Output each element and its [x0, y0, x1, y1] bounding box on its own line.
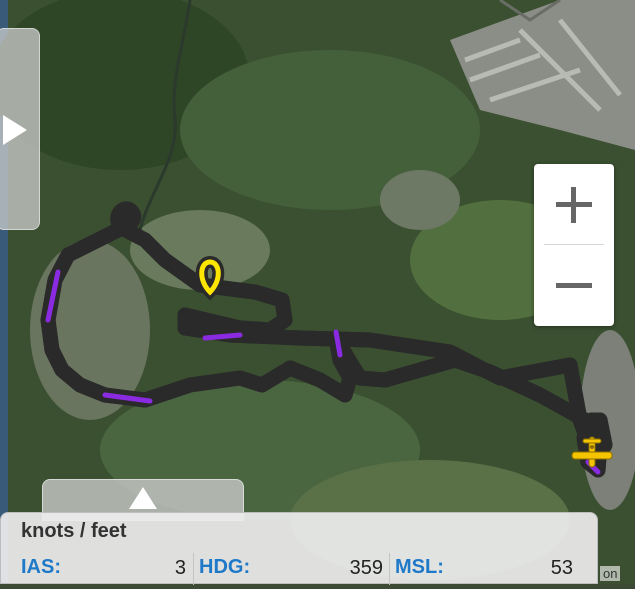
plus-icon: [556, 187, 592, 223]
map-attribution[interactable]: on: [600, 566, 621, 581]
side-panel-toggle[interactable]: [0, 28, 40, 230]
zoom-in-button[interactable]: [534, 164, 614, 244]
ias-field: IAS: 3: [15, 553, 192, 585]
ias-value: 3: [174, 557, 186, 579]
msl-field: MSL: 53: [389, 553, 579, 585]
flight-info-panel: knots / feet IAS: 3 HDG: 359 MSL: 53: [0, 512, 598, 585]
units-title: knots / feet: [21, 520, 127, 542]
zoom-control: [534, 164, 614, 326]
chevron-right-icon: [3, 115, 27, 145]
msl-value: 53: [550, 557, 573, 579]
msl-label: MSL:: [395, 556, 444, 578]
hdg-value: 359: [349, 557, 383, 579]
zoom-out-button[interactable]: [534, 245, 614, 325]
hdg-field: HDG: 359: [193, 553, 389, 585]
hdg-label: HDG:: [199, 556, 251, 578]
chevron-up-icon: [129, 487, 157, 509]
minus-icon: [556, 283, 592, 288]
ias-label: IAS:: [21, 556, 61, 578]
